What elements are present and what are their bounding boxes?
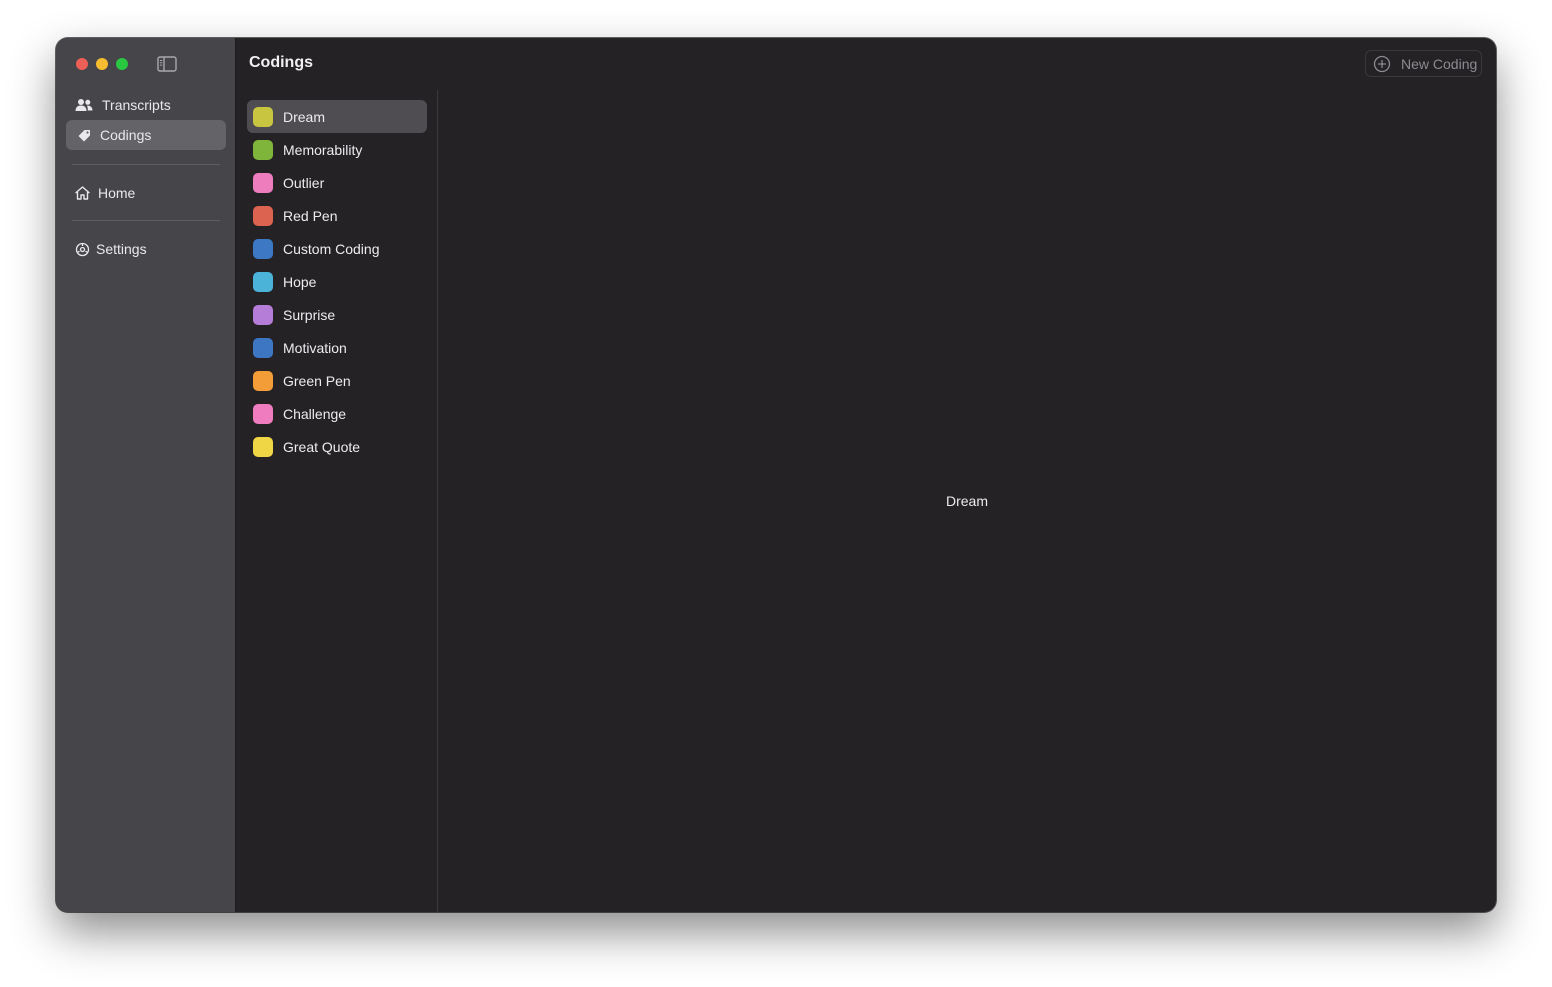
sidebar-item-label: Transcripts <box>102 97 171 113</box>
coding-item-outlier[interactable]: Outlier <box>247 166 427 199</box>
coding-color-swatch <box>253 370 273 391</box>
sidebar-item-label: Codings <box>100 127 152 143</box>
coding-label: Great Quote <box>283 438 361 455</box>
close-window-button[interactable] <box>76 58 88 70</box>
coding-item-green-pen[interactable]: Green Pen <box>247 364 427 397</box>
coding-item-custom-coding[interactable]: Custom Coding <box>247 232 427 265</box>
coding-label: Memorability <box>283 141 363 158</box>
coding-item-memorability[interactable]: Memorability <box>247 133 427 166</box>
sidebar: Transcripts Codings Home Settings <box>56 38 236 912</box>
coding-label: Red Pen <box>283 207 338 224</box>
coding-item-challenge[interactable]: Challenge <box>247 397 427 430</box>
coding-color-swatch <box>253 337 273 358</box>
coding-item-great-quote[interactable]: Great Quote <box>247 430 427 463</box>
coding-item-hope[interactable]: Hope <box>247 265 427 298</box>
coding-label: Green Pen <box>283 372 351 389</box>
coding-item-surprise[interactable]: Surprise <box>247 298 427 331</box>
app-window: Transcripts Codings Home Settings Coding… <box>56 38 1496 912</box>
coding-color-swatch <box>253 304 273 325</box>
coding-item-motivation[interactable]: Motivation <box>247 331 427 364</box>
tag-icon <box>76 125 92 145</box>
coding-item-dream[interactable]: Dream <box>247 100 427 133</box>
new-coding-label: New Coding <box>1401 55 1478 72</box>
coding-label: Outlier <box>283 174 325 191</box>
sidebar-item-label: Home <box>98 185 136 201</box>
sidebar-item-label: Settings <box>96 241 147 257</box>
gear-icon <box>74 239 90 259</box>
coding-label: Challenge <box>283 405 347 422</box>
zoom-window-button[interactable] <box>116 58 128 70</box>
new-coding-button[interactable]: New Coding <box>1365 50 1482 77</box>
sidebar-divider <box>72 220 220 221</box>
coding-label: Hope <box>283 273 317 290</box>
coding-color-swatch <box>253 238 273 259</box>
sidebar-item-settings[interactable]: Settings <box>66 234 226 264</box>
coding-label: Dream <box>283 108 326 125</box>
detail-title: Dream <box>945 493 988 509</box>
sidebar-item-codings[interactable]: Codings <box>66 120 226 150</box>
sidebar-toggle-icon[interactable] <box>156 54 178 74</box>
coding-color-swatch <box>253 403 273 424</box>
minimize-window-button[interactable] <box>96 58 108 70</box>
coding-label: Custom Coding <box>283 240 380 257</box>
coding-color-swatch <box>253 205 273 226</box>
sidebar-divider <box>72 164 220 165</box>
coding-item-red-pen[interactable]: Red Pen <box>247 199 427 232</box>
sidebar-item-home[interactable]: Home <box>66 178 226 208</box>
sidebar-item-transcripts[interactable]: Transcripts <box>66 90 226 120</box>
coding-color-swatch <box>253 172 273 193</box>
coding-label: Motivation <box>283 339 347 356</box>
coding-label: Surprise <box>283 306 336 323</box>
plus-circle-icon <box>1372 54 1392 74</box>
coding-color-swatch <box>253 106 273 127</box>
coding-color-swatch <box>253 271 273 292</box>
house-icon <box>74 183 90 203</box>
coding-color-swatch <box>253 436 273 457</box>
page-title: Codings <box>249 54 313 71</box>
people-icon <box>74 95 94 115</box>
coding-color-swatch <box>253 139 273 160</box>
